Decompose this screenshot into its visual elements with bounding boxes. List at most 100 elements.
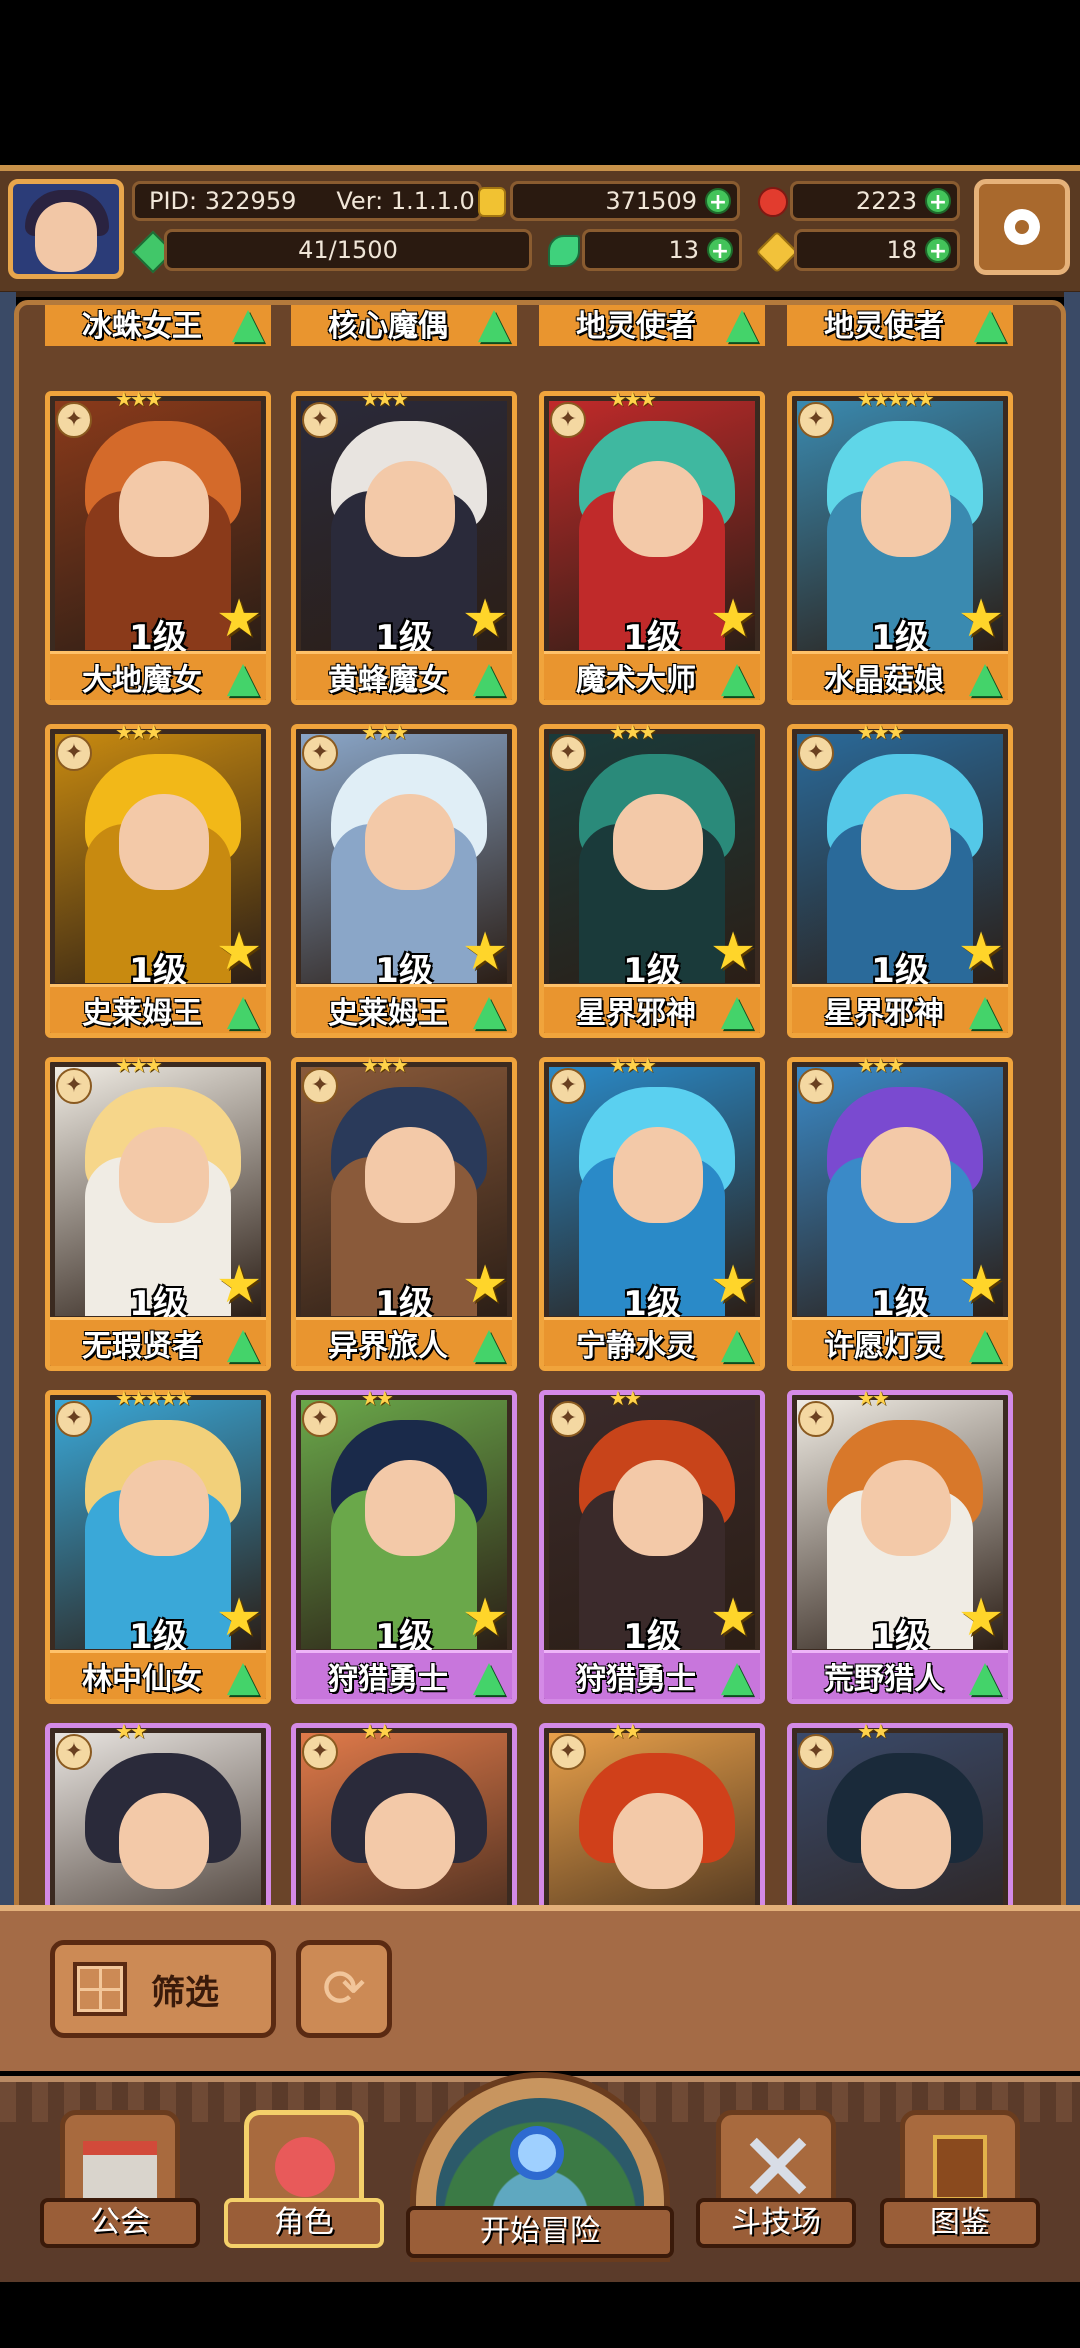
favorite-star-icon[interactable]: ★ (956, 1259, 1006, 1311)
card-name: 星界邪神 (576, 996, 696, 1031)
card-name-bar[interactable]: 冰蛛女王 ▲ (45, 305, 271, 346)
upgrade-arrow-icon[interactable]: ▲ (714, 1321, 760, 1365)
character-card[interactable]: ✦ 1级 ★ 史莱姆王 ▲ ★★★ (291, 720, 517, 1038)
filter-label: 筛选 (151, 1972, 219, 2013)
character-card[interactable]: ✦ 1级 ★ 荒野猎人 ▲ ★★ (787, 1386, 1013, 1704)
favorite-star-icon[interactable]: ★ (214, 1592, 264, 1644)
favorite-star-icon[interactable]: ★ (956, 926, 1006, 978)
upgrade-arrow-icon[interactable]: ▲ (466, 988, 512, 1032)
card-name: 黄蜂魔女 (328, 663, 448, 698)
element-icon: ✦ (798, 1068, 834, 1104)
upgrade-arrow-icon[interactable]: ▲ (714, 655, 760, 699)
player-avatar[interactable] (8, 179, 124, 279)
character-card[interactable]: ✦ 1级 ★ 林中仙女 ▲ ★★★★★ (45, 1386, 271, 1704)
scroll-icon: ✦ (798, 1401, 834, 1437)
card-name: 核心魔偶 (328, 309, 448, 344)
upgrade-arrow-icon[interactable]: ▲ (466, 1321, 512, 1365)
add-key-button[interactable]: + (925, 237, 951, 264)
upgrade-arrow-icon[interactable]: ▲ (714, 1654, 760, 1698)
ruby-counter: 2223 + (790, 181, 960, 221)
upgrade-arrow-icon[interactable]: ▲ (962, 1321, 1008, 1365)
character-card[interactable]: ✦ 1级 ★ 大地魔女 ▲ ★★★ (45, 387, 271, 705)
character-card[interactable]: ✦ ★★ (539, 1719, 765, 1915)
character-card[interactable]: ✦ 1级 ★ 狩猎勇士 ▲ ★★ (291, 1386, 517, 1704)
settings-button[interactable] (974, 179, 1070, 275)
rarity-stars: ★★ (609, 1386, 642, 1410)
card-name: 地灵使者 (576, 309, 696, 344)
card-name: 史莱姆王 (82, 996, 202, 1031)
favorite-star-icon[interactable]: ★ (460, 1259, 510, 1311)
scroll-icon: ✦ (302, 1734, 338, 1770)
character-card[interactable]: ✦ 1级 ★ 魔术大师 ▲ ★★★ (539, 387, 765, 705)
character-grid[interactable]: 冰蛛女王 ▲ 核心魔偶 ▲ 地灵使者 ▲ 地灵使者 ▲ ✦ 1级 ★ 大地魔女 ▲ ★★★ ✦ 1级 ★ 黄蜂魔… (14, 300, 1066, 1920)
character-card[interactable]: ✦ 1级 ★ 异界旅人 ▲ ★★★ (291, 1053, 517, 1371)
character-card[interactable]: ✦ ★★ (787, 1719, 1013, 1915)
character-card[interactable]: ✦ ★★ (291, 1719, 517, 1915)
upgrade-arrow-icon[interactable]: ▲ (962, 655, 1008, 699)
key-amount: 18 (886, 236, 917, 264)
upgrade-arrow-icon[interactable]: ▲ (220, 1321, 266, 1365)
upgrade-arrow-icon[interactable]: ▲ (220, 1654, 266, 1698)
nav-adventure[interactable]: 开始冒险 (406, 2072, 674, 2262)
favorite-star-icon[interactable]: ★ (214, 593, 264, 645)
character-card[interactable]: ✦ 1级 ★ 史莱姆王 ▲ ★★★ (45, 720, 271, 1038)
character-card[interactable]: ✦ 1级 ★ 许愿灯灵 ▲ ★★★ (787, 1053, 1013, 1371)
grid-icon (73, 1962, 127, 2016)
upgrade-arrow-icon[interactable]: ▲ (714, 988, 760, 1032)
character-card[interactable]: ✦ 1级 ★ 星界邪神 ▲ ★★★ (787, 720, 1013, 1038)
scroll-icon: ✦ (56, 1734, 92, 1770)
character-card[interactable]: ✦ 1级 ★ 水晶菇娘 ▲ ★★★★★ (787, 387, 1013, 705)
scroll-icon: ✦ (798, 1734, 834, 1770)
rarity-stars: ★★★ (361, 720, 409, 744)
card-name: 史莱姆王 (328, 996, 448, 1031)
character-card[interactable]: ✦ 1级 ★ 星界邪神 ▲ ★★★ (539, 720, 765, 1038)
favorite-star-icon[interactable]: ★ (956, 593, 1006, 645)
card-name: 异界旅人 (328, 1329, 448, 1364)
favorite-star-icon[interactable]: ★ (708, 926, 758, 978)
add-ruby-button[interactable]: + (925, 188, 951, 215)
rarity-stars: ★★★ (857, 1053, 905, 1077)
upgrade-arrow-icon[interactable]: ▲ (466, 1654, 512, 1698)
favorite-star-icon[interactable]: ★ (708, 1259, 758, 1311)
rarity-stars: ★★★★★ (115, 1386, 193, 1410)
character-card[interactable]: ✦ 1级 ★ 狩猎勇士 ▲ ★★ (539, 1386, 765, 1704)
card-name-bar: 宁静水灵 ▲ (544, 1317, 760, 1366)
favorite-star-icon[interactable]: ★ (214, 1259, 264, 1311)
filter-button[interactable]: 筛选 (50, 1940, 276, 2038)
element-icon: ✦ (302, 1068, 338, 1104)
ruby-icon (758, 187, 788, 217)
gold-coin-icon (478, 187, 506, 217)
rarity-stars: ★★ (361, 1386, 394, 1410)
card-name: 冰蛛女王 (82, 309, 202, 344)
card-name-bar[interactable]: 地灵使者 ▲ (539, 305, 765, 346)
favorite-star-icon[interactable]: ★ (460, 926, 510, 978)
card-name-bar[interactable]: 核心魔偶 ▲ (291, 305, 517, 346)
add-gold-button[interactable]: + (705, 188, 731, 215)
upgrade-arrow-icon[interactable]: ▲ (220, 988, 266, 1032)
character-card[interactable]: ✦ ★★ (45, 1719, 271, 1915)
nav-arena-label: 斗技场 (696, 2198, 856, 2248)
element-icon: ✦ (56, 735, 92, 771)
favorite-star-icon[interactable]: ★ (956, 1592, 1006, 1644)
rarity-stars: ★★★ (609, 387, 657, 411)
add-clover-button[interactable]: + (707, 237, 733, 264)
rarity-stars: ★★★ (609, 1053, 657, 1077)
favorite-star-icon[interactable]: ★ (460, 593, 510, 645)
upgrade-arrow-icon[interactable]: ▲ (962, 1654, 1008, 1698)
card-name: 荒野猎人 (824, 1662, 944, 1697)
favorite-star-icon[interactable]: ★ (460, 1592, 510, 1644)
favorite-star-icon[interactable]: ★ (708, 593, 758, 645)
character-card[interactable]: ✦ 1级 ★ 黄蜂魔女 ▲ ★★★ (291, 387, 517, 705)
card-name-bar[interactable]: 地灵使者 ▲ (787, 305, 1013, 346)
favorite-star-icon[interactable]: ★ (708, 1592, 758, 1644)
version-text: Ver: 1.1.1.0 (336, 187, 475, 215)
upgrade-arrow-icon[interactable]: ▲ (220, 655, 266, 699)
rarity-stars: ★★★ (115, 1053, 163, 1077)
character-card[interactable]: ✦ 1级 ★ 宁静水灵 ▲ ★★★ (539, 1053, 765, 1371)
refresh-button[interactable]: ⟳ (296, 1940, 392, 2038)
card-name-bar: 狩猎勇士 ▲ (544, 1650, 760, 1699)
upgrade-arrow-icon[interactable]: ▲ (466, 655, 512, 699)
favorite-star-icon[interactable]: ★ (214, 926, 264, 978)
upgrade-arrow-icon[interactable]: ▲ (962, 988, 1008, 1032)
character-card[interactable]: ✦ 1级 ★ 无瑕贤者 ▲ ★★★ (45, 1053, 271, 1371)
